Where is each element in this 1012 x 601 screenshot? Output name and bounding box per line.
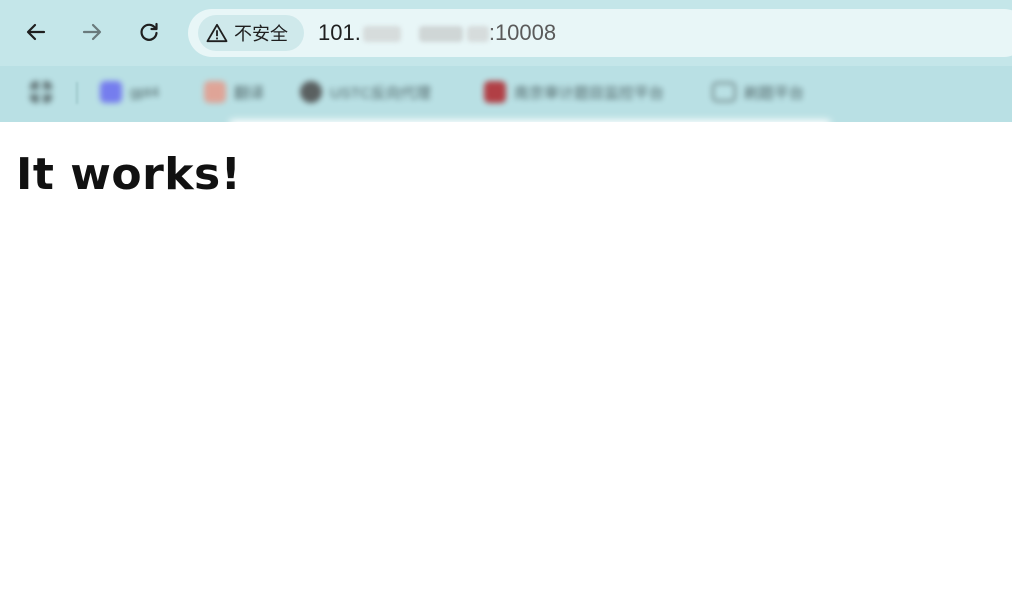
address-bar[interactable]: 不安全 101. :10008 — [188, 9, 1012, 57]
warning-triangle-icon — [206, 23, 228, 43]
bookmark-label: 翻译 — [234, 84, 265, 102]
apps-grid-icon — [30, 81, 52, 103]
url-redaction — [418, 26, 463, 43]
bookmark-item[interactable]: 南京审计题目监控平台 — [484, 78, 664, 106]
bookmark-favicon — [484, 81, 506, 103]
bookmark-item[interactable]: 翻译 — [204, 78, 264, 106]
url-suffix: :10008 — [488, 20, 557, 45]
security-chip-label: 不安全 — [234, 24, 288, 45]
forward-button[interactable] — [74, 14, 110, 50]
reload-icon — [140, 22, 158, 41]
back-button[interactable] — [18, 14, 54, 50]
bookmark-label: 刷题平台 — [744, 84, 805, 102]
bookmark-folder[interactable]: 刷题平台 — [712, 78, 804, 106]
page-heading: It works! — [16, 149, 242, 200]
apps-button[interactable] — [30, 78, 60, 106]
arrow-left-icon — [26, 23, 46, 41]
bookmark-label: gpt4 — [130, 83, 160, 101]
url-redaction — [466, 26, 489, 43]
bookmarks-separator — [76, 82, 78, 104]
bookmark-favicon — [100, 81, 122, 103]
toolbar-edge-blur — [230, 120, 830, 130]
url-text[interactable]: 101. :10008 — [318, 21, 556, 45]
bookmark-item[interactable]: gpt4 — [100, 78, 159, 106]
bookmark-favicon — [300, 81, 322, 103]
bookmark-item[interactable]: USTC反向代理 — [300, 78, 431, 106]
security-chip[interactable]: 不安全 — [198, 15, 304, 51]
reload-button[interactable] — [131, 14, 167, 50]
bookmark-label: USTC反向代理 — [330, 84, 431, 102]
bookmark-favicon — [204, 81, 226, 103]
arrow-right-icon — [82, 23, 102, 41]
folder-icon — [712, 82, 736, 102]
browser-chrome: 不安全 101. :10008 gpt4 翻译 USTC反向代理 南京审计题目监控… — [0, 0, 1012, 122]
bookmark-label: 南京审计题目监控平台 — [514, 84, 665, 102]
bookmarks-bar: gpt4 翻译 USTC反向代理 南京审计题目监控平台 刷题平台 — [0, 66, 1012, 122]
url-prefix: 101. — [318, 20, 361, 45]
browser-toolbar: 不安全 101. :10008 — [0, 0, 1012, 66]
url-redaction — [362, 26, 401, 43]
